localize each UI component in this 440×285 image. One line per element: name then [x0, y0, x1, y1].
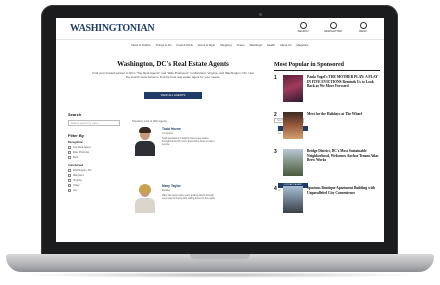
filter-option[interactable]: Any [68, 189, 120, 192]
filter-option-label: Virginia [73, 179, 82, 182]
search-icon [299, 22, 307, 29]
results-count: Showing 1-16 of 300 agents [132, 119, 167, 123]
nav-item[interactable]: News & Politics [131, 42, 150, 50]
utility-label: MENU [359, 30, 367, 33]
filter-option[interactable]: Washington, DC [68, 169, 120, 172]
agent-bio: Mary has spent many years guiding client… [162, 195, 216, 201]
filter-heading: Filter By [68, 133, 85, 138]
story-rank: 1 [274, 75, 277, 81]
filter-group-title: Area Served [68, 164, 84, 167]
sidebar-title: Most Popular in Sponsored [274, 62, 380, 71]
filter-option-label: Top Real Agent [73, 146, 91, 149]
filter-option-label: Washington, DC [73, 169, 92, 172]
page-title: Washington, DC's Real Estate Agents [117, 60, 229, 68]
sponsored-story[interactable]: 3 Bridge District, DC's Most Sustainable… [274, 149, 380, 182]
laptop-notch [190, 254, 250, 259]
story-rank: 2 [274, 112, 277, 118]
photo-torso [135, 198, 155, 213]
filter-panel: Search Search agents by name Filter By R… [68, 112, 120, 192]
checkbox[interactable] [68, 169, 71, 172]
nav-item[interactable]: About Us [280, 42, 292, 50]
utility-search[interactable]: SEARCH [292, 22, 314, 33]
laptop-screen: WASHINGTONIAN SEARCH NEWSLETTER MENU New… [56, 18, 384, 242]
story-thumbnail[interactable] [283, 112, 303, 139]
webcam [259, 13, 262, 16]
nav-item[interactable]: Magazine [296, 42, 308, 50]
filter-option[interactable]: Other [68, 184, 120, 187]
agent-firm: Realtor [162, 189, 171, 192]
main-nav: News & Politics Things to Do Food & Drin… [56, 42, 384, 50]
intro-text: Find your trusted partner in DC's "Top R… [92, 71, 254, 80]
filter-option[interactable]: Top Real Agent [68, 146, 120, 149]
nav-item[interactable]: Health [267, 42, 275, 50]
checkbox[interactable] [68, 179, 71, 182]
story-rank: 3 [274, 149, 277, 155]
filter-option-label: Maryland [73, 174, 84, 177]
search-heading: Search [68, 112, 82, 117]
agent-firm: Compass [162, 132, 173, 135]
utility-label: NEWSLETTER [324, 30, 342, 33]
agent-name[interactable]: Mary Taylor [162, 184, 181, 188]
filter-option-label: Any [73, 189, 78, 192]
story-title[interactable]: Bridge District, DC's Most Sustainable N… [307, 149, 379, 163]
nav-item[interactable]: Things to Do [156, 42, 172, 50]
sponsored-sidebar: Most Popular in Sponsored 1 Paula Vogel'… [274, 62, 380, 219]
header-utilities: SEARCH NEWSLETTER MENU [292, 22, 374, 33]
filter-option-label: Both [73, 156, 79, 159]
story-title[interactable]: Paula Vogel's THE MOTHER PLAY: A PLAY IN… [307, 75, 379, 89]
filter-option[interactable]: Virginia [68, 179, 120, 182]
nav-item[interactable]: Weddings [249, 42, 261, 50]
nav-item[interactable]: Food & Drink [177, 42, 193, 50]
sponsored-story[interactable]: 2 Meet for the Holidays at The Wharf [274, 112, 380, 145]
story-thumbnail[interactable] [283, 149, 303, 176]
filter-option[interactable]: Maryland [68, 174, 120, 177]
filter-group-title: Recognition [68, 141, 83, 144]
story-thumbnail[interactable] [283, 75, 303, 102]
agent-photo [132, 183, 158, 213]
site-header: WASHINGTONIAN SEARCH NEWSLETTER MENU [56, 18, 384, 40]
photo-hair [139, 184, 151, 193]
checkbox[interactable] [68, 184, 71, 187]
sponsored-story[interactable]: 4 Spacious Boutique Apartment Building w… [274, 186, 380, 219]
filter-option[interactable]: Both [68, 156, 120, 159]
agent-bio: Todd specializes in helping buyers and s… [162, 138, 215, 147]
story-title[interactable]: Meet for the Holidays at The Wharf [307, 112, 379, 117]
filter-option[interactable]: Elite Producer [68, 151, 120, 154]
utility-newsletter[interactable]: NEWSLETTER [322, 22, 344, 33]
story-thumbnail[interactable] [283, 186, 303, 213]
nav-item[interactable]: Travel [237, 42, 245, 50]
laptop-shadow [20, 272, 420, 278]
story-rank: 4 [274, 186, 277, 192]
view-all-agents-button[interactable]: VIEW ALL AGENTS [144, 92, 202, 99]
checkbox[interactable] [68, 146, 71, 149]
sponsored-story[interactable]: 1 Paula Vogel's THE MOTHER PLAY: A PLAY … [274, 75, 380, 108]
photo-torso [135, 141, 155, 156]
photo-hair [139, 127, 151, 133]
checkbox[interactable] [68, 189, 71, 192]
menu-icon [359, 22, 367, 29]
story-title[interactable]: Spacious Boutique Apartment Building wit… [307, 186, 379, 195]
checkbox[interactable] [68, 151, 71, 154]
utility-label: SEARCH [297, 30, 309, 33]
checkbox[interactable] [68, 156, 71, 159]
checkbox[interactable] [68, 174, 71, 177]
filter-option-label: Other [73, 184, 80, 187]
site-logo[interactable]: WASHINGTONIAN [70, 23, 155, 34]
nav-item[interactable]: Shopping [220, 42, 232, 50]
newsletter-icon [329, 22, 337, 29]
nav-item[interactable]: Home & Style [198, 42, 215, 50]
agent-photo [132, 126, 158, 156]
filter-option-label: Elite Producer [73, 151, 90, 154]
utility-menu[interactable]: MENU [352, 22, 374, 33]
agent-search-input[interactable]: Search agents by name [68, 120, 120, 126]
agent-name[interactable]: Todd Horne [162, 127, 181, 131]
